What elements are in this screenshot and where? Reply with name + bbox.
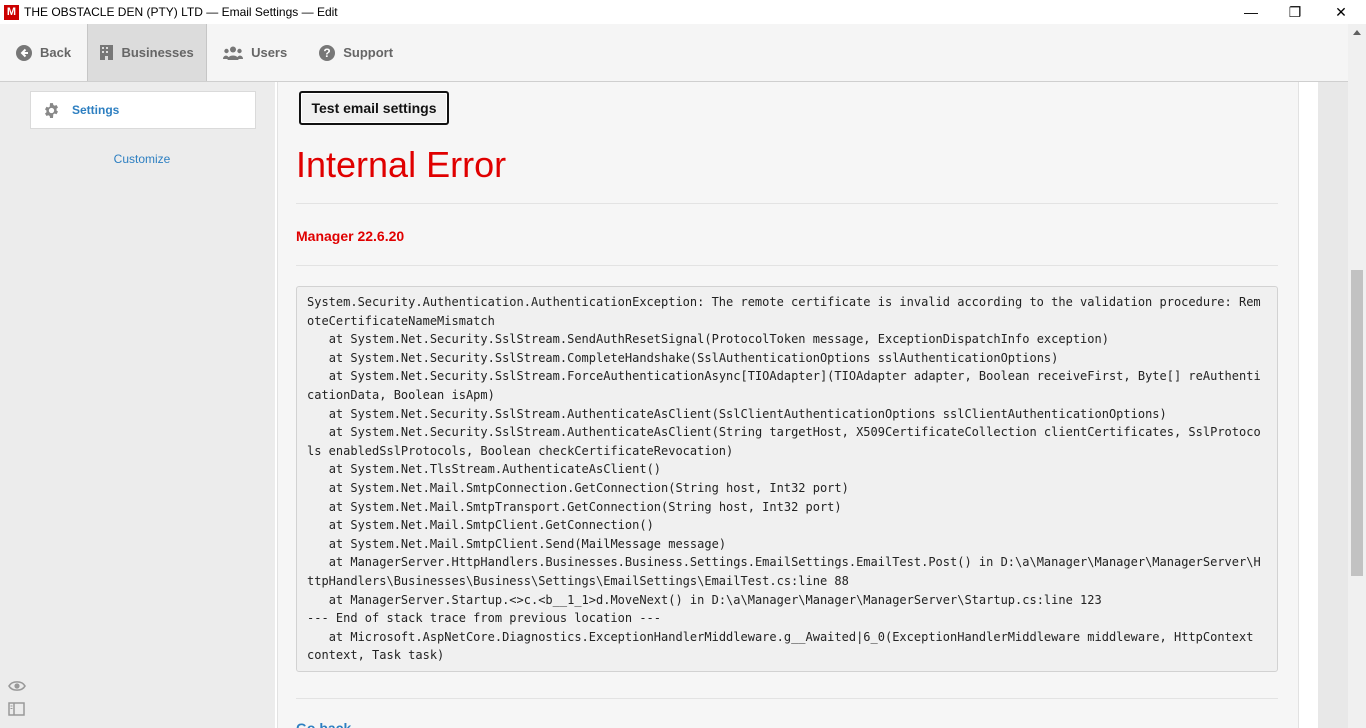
divider bbox=[296, 203, 1278, 204]
stack-trace-box: System.Security.Authentication.Authentic… bbox=[296, 286, 1278, 672]
businesses-label: Businesses bbox=[121, 45, 194, 60]
vertical-scrollbar[interactable] bbox=[1348, 24, 1366, 728]
main-content: Test email settings Internal Error Manag… bbox=[275, 82, 1318, 728]
users-label: Users bbox=[251, 45, 288, 60]
divider bbox=[296, 698, 1278, 699]
sidebar-toggle-icon[interactable] bbox=[8, 702, 25, 721]
users-icon bbox=[223, 46, 244, 60]
sidebar-item-settings[interactable]: Settings bbox=[30, 91, 256, 129]
sidebar: Settings Customize bbox=[0, 82, 275, 728]
error-title: Internal Error bbox=[296, 144, 507, 185]
svg-text:?: ? bbox=[324, 46, 331, 60]
sidebar-item-settings-label: Settings bbox=[72, 103, 120, 117]
scroll-up-arrow-icon[interactable] bbox=[1348, 24, 1366, 40]
test-email-settings-button[interactable]: Test email settings bbox=[299, 91, 449, 125]
version-label: Manager 22.6.20 bbox=[296, 228, 405, 244]
content-panel: Test email settings Internal Error Manag… bbox=[277, 82, 1299, 728]
window-title: THE OBSTACLE DEN (PTY) LTD — Email Setti… bbox=[24, 5, 338, 19]
right-gutter bbox=[1318, 82, 1348, 728]
customize-link[interactable]: Customize bbox=[30, 152, 254, 166]
businesses-button[interactable]: Businesses bbox=[87, 24, 208, 81]
scrollbar-thumb[interactable] bbox=[1351, 270, 1363, 576]
app-logo-icon: M bbox=[4, 4, 19, 20]
support-label: Support bbox=[343, 45, 394, 60]
eye-icon[interactable] bbox=[8, 679, 26, 697]
divider bbox=[296, 265, 1278, 266]
support-button[interactable]: ? Support bbox=[303, 24, 409, 81]
users-button[interactable]: Users bbox=[207, 24, 303, 81]
maximize-button[interactable]: ❐ bbox=[1272, 0, 1318, 24]
back-label: Back bbox=[40, 45, 72, 60]
minimize-button[interactable]: — bbox=[1228, 0, 1274, 24]
question-circle-icon: ? bbox=[319, 44, 336, 61]
go-back-link[interactable]: Go back bbox=[296, 720, 351, 728]
top-toolbar: Back Businesses Users ? Support bbox=[0, 24, 1366, 82]
back-button[interactable]: Back bbox=[0, 24, 87, 81]
title-bar: M THE OBSTACLE DEN (PTY) LTD — Email Set… bbox=[0, 0, 1366, 24]
gear-icon bbox=[43, 102, 60, 119]
building-icon bbox=[100, 45, 114, 60]
close-button[interactable]: ✕ bbox=[1318, 0, 1364, 24]
back-arrow-icon bbox=[16, 44, 32, 61]
